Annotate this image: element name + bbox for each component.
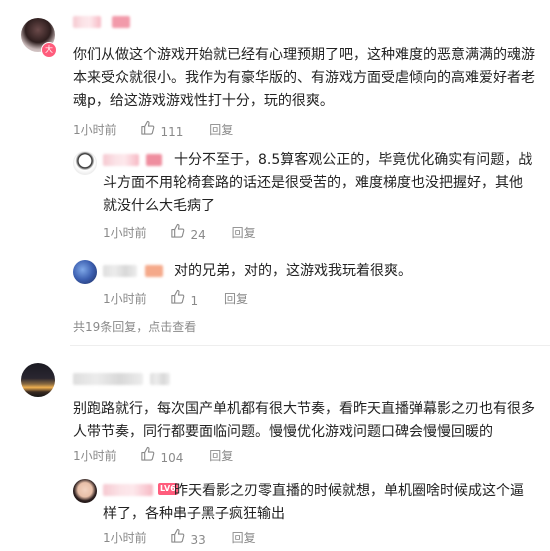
avatar[interactable] <box>73 151 97 175</box>
reply-button[interactable]: 回复 <box>232 224 256 242</box>
reply-time: 1小时前 <box>103 292 147 307</box>
view-more-replies-link[interactable]: 共19条回复，点击查看 <box>73 318 196 335</box>
thumbs-up-icon <box>171 289 185 304</box>
thumbs-up-icon <box>171 223 185 238</box>
reply-meta: 1小时前 33 回复 <box>103 528 256 549</box>
reply-time: 1小时前 <box>103 226 147 241</box>
reply-text: 十分不至于，8.5算客观公正的，毕竟优化确实有问题，战斗方面不用轮椅套路的话还是… <box>103 152 533 214</box>
like-button[interactable]: 24 <box>170 223 206 244</box>
comment-text: 你们从做这个游戏开始就已经有心理预期了吧，这种难度的恶意满满的魂游本来受众就很小… <box>73 47 535 109</box>
reply-button[interactable]: 回复 <box>224 290 248 308</box>
reply-meta: 1小时前 24 回复 <box>103 223 256 244</box>
reply-text: 昨天看影之刃零直播的时候就想，单机圈啥时候成这个逼样了，各种串子黑子疯狂输出 <box>103 483 524 522</box>
username-blurred[interactable] <box>73 373 143 385</box>
thumbs-up-icon <box>141 446 155 461</box>
like-button[interactable]: 33 <box>170 528 206 549</box>
comment-time: 1小时前 <box>73 449 117 464</box>
like-count: 24 <box>190 227 206 242</box>
like-count: 104 <box>160 450 184 465</box>
avatar[interactable] <box>73 479 97 503</box>
vip-badge: 大 <box>41 42 57 58</box>
username-blurred <box>112 16 130 28</box>
thumbs-up-icon <box>171 528 185 543</box>
reply-time: 1小时前 <box>103 531 147 546</box>
like-count: 1 <box>190 293 199 308</box>
comment-text: 别跑路就行，每次国产单机都有很大节奏，看昨天直播弹幕影之刃也有很多人带节奏，同行… <box>73 401 535 440</box>
username-blurred <box>150 373 170 385</box>
reply-button[interactable]: 回复 <box>209 447 233 465</box>
comment-meta: 1小时前 111 回复 <box>73 120 233 141</box>
comment-time: 1小时前 <box>73 123 117 138</box>
reply-text: 对的兄弟，对的，这游戏我玩着很爽。 <box>174 263 412 279</box>
reply-button[interactable]: 回复 <box>232 529 256 547</box>
reply-meta: 1小时前 1 回复 <box>103 289 248 310</box>
comment-meta: 1小时前 104 回复 <box>73 446 233 467</box>
like-count: 111 <box>160 124 184 139</box>
username-blurred[interactable] <box>73 16 101 28</box>
like-count: 33 <box>190 532 206 547</box>
like-button[interactable]: 111 <box>140 120 183 141</box>
reply-button[interactable]: 回复 <box>209 121 233 139</box>
like-button[interactable]: 104 <box>140 446 183 467</box>
like-button[interactable]: 1 <box>170 289 198 310</box>
divider <box>70 345 550 346</box>
avatar[interactable] <box>21 363 55 397</box>
thumbs-up-icon <box>141 120 155 135</box>
avatar[interactable] <box>73 260 97 284</box>
